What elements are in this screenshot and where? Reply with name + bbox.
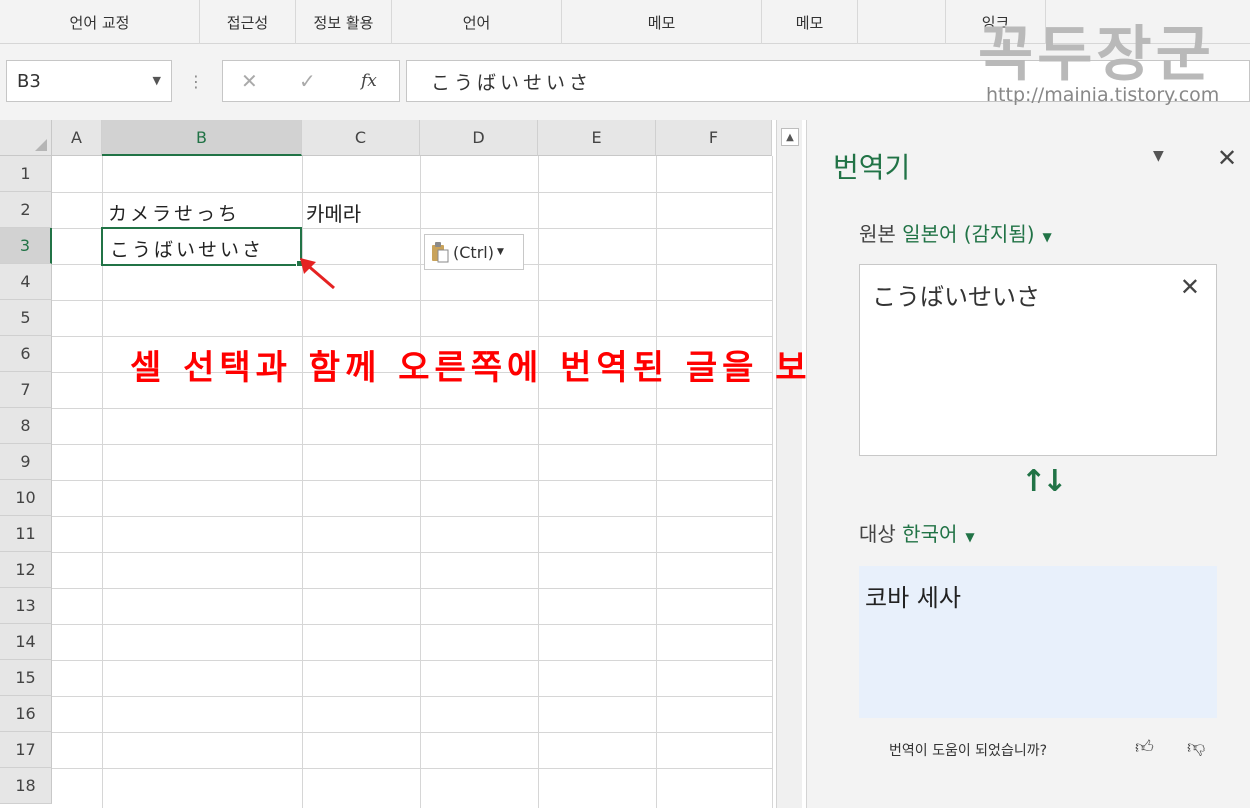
row-header-5[interactable]: 5 [0,300,52,336]
gridline [52,408,772,409]
gridline [52,444,772,445]
gridline [52,480,772,481]
gridline [52,300,772,301]
row-header-14[interactable]: 14 [0,624,52,660]
ribbon-group-insights: 정보 활용 [296,0,392,44]
ribbon-group-blank [858,0,946,44]
feedback-question: 번역이 도움이 되었습니까? [889,743,1048,759]
ribbon-group-language: 언어 [392,0,562,44]
column-header-d[interactable]: D [420,120,538,156]
row-header-9[interactable]: 9 [0,444,52,480]
name-box[interactable]: B3 ▼ [6,60,172,102]
target-text: 코바 세사 [865,584,961,612]
row-header-8[interactable]: 8 [0,408,52,444]
paste-options-label: (Ctrl) [453,242,494,262]
gridline [420,156,421,808]
source-text-box[interactable]: こうばいせいさ ✕ [859,264,1217,456]
source-language-row: 원본 일본어 (감지됨) ▼ [859,218,1052,247]
chevron-down-icon: ▼ [496,247,504,257]
thumbs-down-icon[interactable]: 👎︎ [1187,736,1205,758]
gridline [52,660,772,661]
gridline [52,696,772,697]
gridline [656,156,657,808]
thumbs-up-icon[interactable]: 👍︎ [1135,736,1154,758]
gridline [52,768,772,769]
paste-options-button[interactable]: (Ctrl) ▼ [424,234,524,270]
target-language-dropdown[interactable]: 한국어 ▼ [902,522,974,546]
cell-c2[interactable]: 카메라 [306,198,361,227]
row-header-3[interactable]: 3 [0,228,52,264]
row-header-10[interactable]: 10 [0,480,52,516]
column-header-b[interactable]: B [102,120,302,156]
row-header-7[interactable]: 7 [0,372,52,408]
row-header-13[interactable]: 13 [0,588,52,624]
watermark-title: 꼭두장군 [978,20,1215,90]
translator-pane: 번역기 ▼ ✕ 원본 일본어 (감지됨) ▼ こうばいせいさ ✕ ↑↓ 대상 한국… [806,120,1250,808]
row-header-15[interactable]: 15 [0,660,52,696]
cancel-icon[interactable]: ✕ [241,69,258,93]
target-language-row: 대상 한국어 ▼ [859,518,975,547]
worksheet-grid: A B C D E F 1 2 3 4 5 6 7 8 9 10 11 12 1… [0,120,804,808]
row-header-16[interactable]: 16 [0,696,52,732]
row-header-2[interactable]: 2 [0,192,52,228]
column-header-f[interactable]: F [656,120,772,156]
column-header-c[interactable]: C [302,120,420,156]
name-box-value: B3 [17,70,41,92]
gridline [52,192,772,193]
cell-b2[interactable]: カメラせっち [108,199,240,226]
gridline [52,624,772,625]
column-header-a[interactable]: A [52,120,102,156]
gridline [52,336,772,337]
ribbon-group-notes: 메모 [762,0,858,44]
gridline [52,588,772,589]
target-language-value: 한국어 [902,522,958,546]
ribbon-group-comments: 메모 [562,0,762,44]
row-header-17[interactable]: 17 [0,732,52,768]
source-text: こうばいせいさ [872,283,1040,311]
row-header-18[interactable]: 18 [0,768,52,804]
close-icon[interactable]: ✕ [1217,144,1237,172]
ribbon-group-accessibility: 접근성 [200,0,296,44]
red-arrow-icon [300,258,335,290]
chevron-down-icon: ▼ [965,530,975,544]
select-all-button[interactable] [0,120,52,156]
target-text-box[interactable]: 코바 세사 [859,566,1217,718]
formula-buttons: ✕ ✓ fx [222,60,400,102]
enter-check-icon[interactable]: ✓ [299,69,316,93]
vertical-scrollbar[interactable]: ▲ [776,120,802,808]
chevron-down-icon: ▼ [1042,230,1052,244]
gridline [52,516,772,517]
swap-languages-icon[interactable]: ↑↓ [1021,464,1067,499]
row-header-4[interactable]: 4 [0,264,52,300]
target-label: 대상 [859,522,896,546]
gridline [772,156,773,808]
watermark-url: http://mainia.tistory.com [986,84,1220,106]
source-language-dropdown[interactable]: 일본어 (감지됨) ▼ [902,222,1052,246]
chevron-down-icon[interactable]: ▼ [153,74,161,87]
selected-cell-border [101,227,302,266]
scroll-up-icon[interactable]: ▲ [781,128,799,146]
row-header-1[interactable]: 1 [0,156,52,192]
pane-options-icon[interactable]: ▼ [1153,148,1164,164]
clear-icon[interactable]: ✕ [1180,273,1200,301]
watermark: 꼭두장군 http://mainia.tistory.com [968,0,1250,120]
gridline [52,732,772,733]
source-label: 원본 [859,222,896,246]
pane-title: 번역기 [833,151,911,184]
row-header-6[interactable]: 6 [0,336,52,372]
insert-function-icon[interactable]: fx [361,71,377,91]
gridline [52,552,772,553]
formula-bar-grip-icon[interactable]: ⋮ [188,72,204,91]
column-header-e[interactable]: E [538,120,656,156]
row-header-12[interactable]: 12 [0,552,52,588]
gridline [538,156,539,808]
row-header-11[interactable]: 11 [0,516,52,552]
source-language-value: 일본어 (감지됨) [902,222,1035,246]
ribbon-group-proofing: 언어 교정 [0,0,200,44]
clipboard-icon [432,242,449,263]
